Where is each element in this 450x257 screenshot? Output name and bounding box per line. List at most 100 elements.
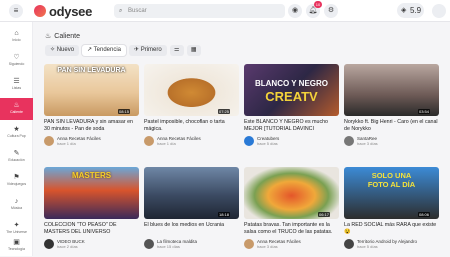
sidebar-item-label: Cultura Pop bbox=[7, 134, 26, 138]
video-duration: 06:17 bbox=[317, 212, 330, 217]
video-title[interactable]: PAN SIN LEVADURA y sin amasar en 30 minu… bbox=[44, 119, 139, 133]
video-card[interactable]: SOLO UNA FOTO AL DÍA 08:06 La RED SOCIAL… bbox=[344, 167, 439, 249]
thumbnail-caption: SOLO UNA FOTO AL DÍA bbox=[367, 171, 416, 189]
sidebar-item-label: Siguiendo bbox=[8, 62, 25, 66]
video-age: hace 3 días bbox=[257, 244, 278, 249]
channel-avatar[interactable] bbox=[44, 239, 54, 249]
channel-info: Territorio Android by Alejandro hace 5 d… bbox=[344, 239, 439, 249]
sidebar-item-label: Educación bbox=[8, 158, 25, 162]
video-title[interactable]: El blues de los medios en Ucrania bbox=[144, 222, 239, 236]
search-placeholder: Buscar bbox=[128, 8, 147, 14]
sidebar-item-inicio[interactable]: ⌂ Inicio bbox=[0, 26, 33, 48]
tab-tendencia[interactable]: ↗ Tendencia bbox=[82, 45, 126, 56]
video-thumbnail[interactable]: 18:18 bbox=[144, 167, 239, 219]
search-input[interactable]: ⌕ Buscar bbox=[114, 4, 285, 18]
video-title[interactable]: Norykko ft. Big Henri - Caro (en el cana… bbox=[344, 119, 439, 133]
video-card[interactable]: PAN SIN LEVADURA 08:15 PAN SIN LEVADURA … bbox=[44, 64, 139, 146]
sidebar-item-cultura-pop[interactable]: ★ Cultura Pop bbox=[0, 122, 33, 144]
video-card[interactable]: 06:17 Patatas bravas. Tan importante es … bbox=[244, 167, 339, 249]
video-age: hace 5 días bbox=[257, 141, 278, 146]
tab-primero[interactable]: ✈ Primero bbox=[129, 45, 167, 56]
channel-avatar[interactable] bbox=[144, 136, 154, 146]
video-card[interactable]: 07:25 Pastel imposible, chocoflan o tart… bbox=[144, 64, 239, 146]
flame-icon: ♨ bbox=[13, 102, 20, 109]
education-icon: ✎ bbox=[13, 150, 20, 157]
sidebar-item-siguiendo[interactable]: ♡ Siguiendo bbox=[0, 50, 33, 72]
go-live-icon[interactable]: ◉ bbox=[288, 4, 302, 18]
wallet-icon: ◈ bbox=[401, 7, 407, 14]
sidebar-item-label: Tecnología bbox=[8, 247, 25, 251]
tab-label: Nuevo bbox=[56, 47, 75, 53]
channel-avatar[interactable] bbox=[344, 136, 354, 146]
video-card[interactable]: BLANCO Y NEGRO CREATV Este BLANCO Y NEGR… bbox=[244, 64, 339, 146]
thumbnail-caption: PAN SIN LEVADURA bbox=[57, 67, 126, 74]
video-title[interactable]: La RED SOCIAL más RARA que existe 😵 bbox=[344, 222, 439, 236]
flame-icon: ♨ bbox=[45, 33, 52, 40]
menu-icon[interactable]: ≡ bbox=[9, 4, 23, 18]
settings-icon[interactable]: ⚙ bbox=[324, 4, 338, 18]
video-age: hace 5 días bbox=[357, 244, 378, 249]
sidebar-item-caliente[interactable]: ♨ Caliente bbox=[0, 98, 33, 120]
video-thumbnail[interactable]: PAN SIN LEVADURA 08:15 bbox=[44, 64, 139, 116]
sidebar-item-videojuegos[interactable]: ⚑ Videojuegos bbox=[0, 170, 33, 192]
channel-avatar[interactable] bbox=[144, 239, 154, 249]
video-card[interactable]: MASTERS COLECCIÓN "TO PEASO" DE MASTERS … bbox=[44, 167, 139, 249]
tech-icon: ▣ bbox=[13, 239, 20, 246]
user-avatar[interactable] bbox=[432, 4, 446, 18]
filter-button[interactable]: ⚌ bbox=[169, 45, 184, 56]
sidebar-item-musica[interactable]: ♪ Música bbox=[0, 194, 33, 216]
grid-icon: ▦ bbox=[190, 47, 197, 53]
channel-info: VIDEO BUCK hace 2 días bbox=[44, 239, 139, 249]
tab-nuevo[interactable]: ✧ Nuevo bbox=[45, 45, 80, 56]
section-title: ♨ Caliente bbox=[45, 32, 80, 41]
sidebar-item-listas[interactable]: ☰ Listas bbox=[0, 74, 33, 96]
sidebar-item-tecnologia[interactable]: ▣ Tecnología bbox=[0, 235, 33, 257]
odysee-logo[interactable]: odysee bbox=[34, 3, 92, 19]
sidebar-item-label: Listas bbox=[11, 86, 22, 90]
video-thumbnail[interactable]: SOLO UNA FOTO AL DÍA 08:06 bbox=[344, 167, 439, 219]
channel-info: Creatubers hace 5 días bbox=[244, 136, 339, 146]
search-icon: ⌕ bbox=[119, 8, 123, 14]
video-thumbnail[interactable]: MASTERS bbox=[44, 167, 139, 219]
universe-icon: ✦ bbox=[13, 222, 20, 229]
video-thumbnail[interactable]: BLANCO Y NEGRO CREATV bbox=[244, 64, 339, 116]
video-title[interactable]: Este BLANCO Y NEGRO es mucho MEJOR [TUTO… bbox=[244, 119, 339, 133]
channel-avatar[interactable] bbox=[44, 136, 54, 146]
video-title[interactable]: Patatas bravas. Tan importante es la sal… bbox=[244, 222, 339, 236]
video-age: hace 1 día bbox=[57, 141, 76, 146]
sidebar-item-educacion[interactable]: ✎ Educación bbox=[0, 146, 33, 168]
channel-avatar[interactable] bbox=[244, 239, 254, 249]
video-age: hace 3 días bbox=[357, 141, 378, 146]
trending-icon: ↗ bbox=[87, 47, 93, 53]
video-age: hace 15 días bbox=[157, 244, 180, 249]
video-duration: 08:15 bbox=[117, 109, 130, 114]
thumbnail-caption: BLANCO Y NEGRO bbox=[254, 79, 329, 88]
playlist-icon: ☰ bbox=[13, 78, 20, 85]
channel-info: Anna Recetas Fáciles hace 1 día bbox=[144, 136, 239, 146]
top-bar: ≡ odysee ⌕ Buscar ◉ 🔔︎ 10 ⚙ ◈ 5.9 bbox=[0, 0, 450, 22]
channel-info: La filmoteca maldita hace 15 días bbox=[144, 239, 239, 249]
sort-tabs: ✧ Nuevo ↗ Tendencia ✈ Primero ⚌ ▦ bbox=[45, 45, 201, 56]
rocket-icon: ✈ bbox=[134, 47, 140, 53]
video-card[interactable]: 03:54 Norykko ft. Big Henri - Caro (en e… bbox=[344, 64, 439, 146]
video-thumbnail[interactable]: 06:17 bbox=[244, 167, 339, 219]
video-thumbnail[interactable]: 03:54 bbox=[344, 64, 439, 116]
home-icon: ⌂ bbox=[14, 30, 19, 37]
sliders-icon: ⚌ bbox=[174, 47, 180, 53]
video-duration: 18:18 bbox=[217, 212, 230, 217]
tab-label: Tendencia bbox=[93, 47, 121, 53]
sidebar-item-label: Caliente bbox=[10, 110, 23, 114]
video-title[interactable]: COLECCIÓN "TO PEASO" DE MASTERS DEL UNIV… bbox=[44, 222, 139, 236]
video-title[interactable]: Pastel imposible, chocoflan o tarta mági… bbox=[144, 119, 239, 133]
layout-button[interactable]: ▦ bbox=[186, 45, 201, 56]
popcorn-icon: ★ bbox=[13, 126, 20, 133]
channel-avatar[interactable] bbox=[344, 239, 354, 249]
gamepad-icon: ⚑ bbox=[13, 174, 20, 181]
video-age: hace 2 días bbox=[57, 244, 78, 249]
thumbnail-caption: MASTERS bbox=[71, 171, 112, 180]
channel-avatar[interactable] bbox=[244, 136, 254, 146]
video-thumbnail[interactable]: 07:25 bbox=[144, 64, 239, 116]
heart-icon: ♡ bbox=[13, 54, 20, 61]
video-card[interactable]: 18:18 El blues de los medios en Ucrania … bbox=[144, 167, 239, 249]
video-duration: 08:06 bbox=[417, 212, 430, 217]
